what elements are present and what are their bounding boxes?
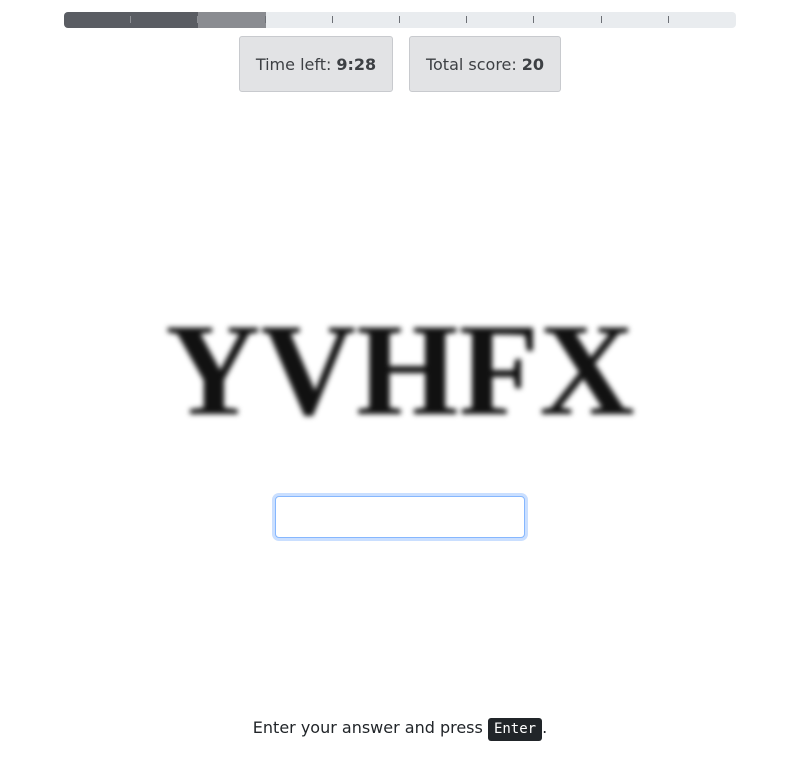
answer-input[interactable] (275, 496, 525, 538)
progress-segment (198, 12, 266, 28)
progress-segment (131, 12, 199, 28)
time-left-label: Time left: (255, 54, 332, 74)
captcha-image-text: YVHFX (165, 296, 635, 443)
total-score-value: 20 (521, 54, 545, 74)
enter-key-badge: Enter (487, 718, 543, 741)
instruction-text: Enter your answer and press Enter. (0, 714, 800, 742)
progress-segment (266, 12, 333, 28)
total-score-box: Total score: 20 (409, 36, 561, 92)
total-score-label: Total score: (425, 54, 517, 74)
progress-segment (64, 12, 132, 28)
instruction-label: Enter your answer and press (252, 718, 483, 737)
progress-segment (400, 12, 468, 28)
progress-segment (534, 12, 602, 28)
captcha-game-page: Time left: 9:28 Total score: 20 YVHFX En… (0, 0, 800, 768)
progress-segment (333, 12, 401, 28)
time-left-value: 9:28 (336, 54, 377, 74)
time-left-box: Time left: 9:28 (239, 36, 393, 92)
progress-segment (602, 12, 669, 28)
stats-bar: Time left: 9:28 Total score: 20 (0, 36, 800, 92)
progress-segment (467, 12, 535, 28)
instruction-period: . (542, 718, 548, 737)
progress-segment (669, 12, 736, 28)
progress-bar (64, 12, 736, 28)
